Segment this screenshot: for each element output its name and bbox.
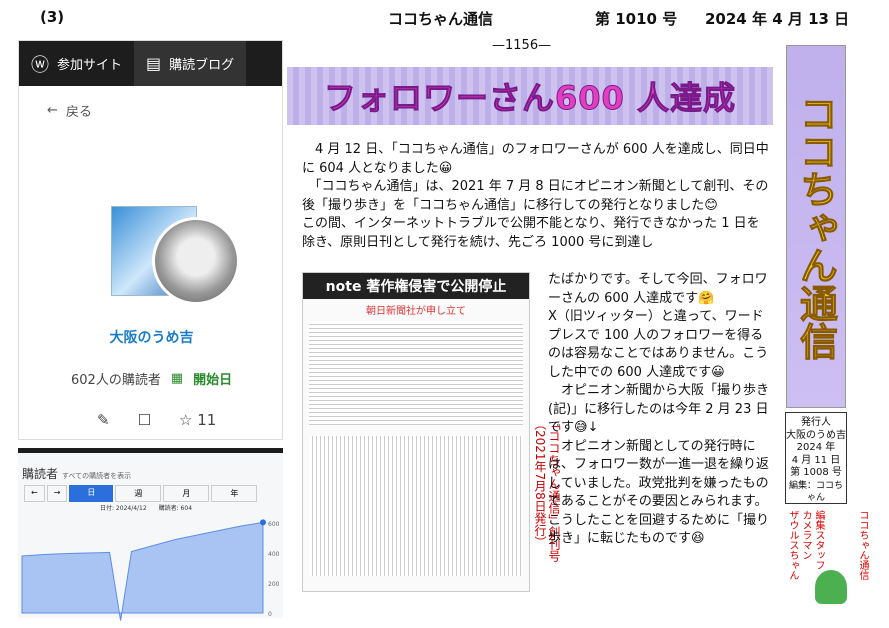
clipping-title: note 著作権侵害で公開停止 [303, 273, 529, 299]
legend-date: 日付: 2024/4/12 [100, 505, 147, 512]
like-button[interactable]: ☆ 11 [179, 411, 216, 429]
nav-sites[interactable]: ⓦ 参加サイト [19, 41, 134, 86]
page-number: —1156— [492, 38, 552, 53]
masthead-vertical: ココちゃん通信 [786, 45, 846, 408]
star-icon: ☆ [179, 411, 193, 429]
dinosaur-mascot [815, 570, 847, 604]
app-navbar: ⓦ 参加サイト ▤ 購読ブログ [19, 41, 282, 86]
last-point[interactable] [260, 519, 266, 526]
info-line: 第 1008 号 [790, 467, 842, 478]
reader-count: 602人の購読者 [71, 373, 161, 388]
chart-subtitle: すべての購読者を表示 [61, 472, 132, 480]
info-line: 大阪のうめ吉 [786, 429, 846, 441]
staff-line-4: ザウルスちゃん [787, 510, 798, 580]
y-tick-label: 600 [268, 521, 280, 528]
staff-line-2: 編集スタッフ [813, 510, 824, 570]
period-tabs: ← → 日 週 月 年 [24, 485, 258, 502]
wordpress-icon: ⓦ [31, 54, 49, 76]
like-count: 11 [197, 411, 217, 429]
clipping-image-block [309, 436, 523, 576]
chart-title: 購読者 すべての購読者を表示 [22, 465, 131, 482]
reader-icon: ▤ [146, 54, 162, 73]
tab-month[interactable]: 月 [163, 485, 210, 502]
masthead-text: ココちゃん通信 [793, 93, 838, 360]
blog-stats: 602人の購読者 ▦ 開始日 [71, 369, 232, 388]
back-label: 戻る [65, 105, 92, 120]
subscriber-area [21, 521, 264, 621]
arrow-left-icon: ← [47, 103, 58, 118]
action-bar: ✎ ☐ ☆ 11 [97, 411, 216, 429]
banner-title: フォロワーさん600 人達成 [324, 79, 736, 118]
prev-period-button[interactable]: ← [24, 485, 45, 502]
news-clipping: note 著作権侵害で公開停止 朝日新聞社が申し立て [302, 272, 530, 592]
y-tick-label: 0 [268, 611, 272, 618]
clipping-text-block [309, 321, 523, 426]
chart-legend: 日付: 2024/4/12 購読者: 604 [100, 503, 192, 512]
issue-date: 2024 年 4 月 13 日 [705, 10, 850, 28]
tab-year[interactable]: 年 [211, 485, 258, 502]
publisher-info: 発行人 大阪のうめ吉 2024 年 4 月 11 日 第 1008 号 編集：コ… [785, 412, 847, 504]
article-banner: フォロワーさん600 人達成 [287, 67, 773, 125]
y-tick-label: 400 [268, 551, 280, 558]
subscriber-chart: 600 400 200 0 [21, 519, 280, 621]
info-line: 2024 年 [796, 442, 836, 453]
nav-reader-label: 購読ブログ [169, 58, 235, 73]
issue-number: 第 1010 号 [595, 10, 678, 28]
info-line: 編集：ココちゃん [788, 480, 843, 504]
next-period-button[interactable]: → [46, 485, 68, 502]
article-paragraph-1: 4 月 12 日、「ココちゃん通信」のフォロワーさんが 600 人を達成し、同日… [302, 142, 769, 250]
user-name[interactable]: 大阪のうめ吉 [19, 327, 284, 347]
nav-reader[interactable]: ▤ 購読ブログ [134, 41, 247, 86]
app-panel: ⓦ 参加サイト ▤ 購読ブログ ← 戻る 大阪のうめ吉 602人の購読者 ▦ 開… [18, 40, 283, 440]
info-line: 4 月 11 日 [791, 454, 841, 466]
legend-series: 購読者: 604 [158, 505, 193, 512]
clipping-subtitle: 朝日新聞社が申し立て [366, 306, 466, 317]
info-line: 発行人 [801, 417, 831, 428]
comment-icon[interactable]: ☐ [138, 411, 151, 429]
staff-line-1: ココちゃん通信 [857, 510, 868, 580]
tab-week[interactable]: 週 [115, 485, 162, 502]
article-paragraph-2: たばかりです。そして今回、フォロワーさんの 600 人達成です🤗 X（旧ツィッタ… [548, 272, 770, 546]
calendar-icon: ▦ [170, 371, 184, 386]
newsletter-title: ココちゃん通信 [388, 10, 494, 28]
section-number: (3) [40, 8, 65, 26]
y-tick-label: 200 [268, 581, 280, 588]
back-button[interactable]: ← 戻る [47, 101, 92, 120]
edit-icon[interactable]: ✎ [97, 411, 110, 429]
subscriber-chart-panel: 購読者 すべての購読者を表示 ← → 日 週 月 年 日付: 2024/4/12… [18, 448, 283, 621]
start-date-label: 開始日 [193, 373, 233, 388]
staff-line-3: カメラマン [800, 510, 811, 560]
chart-title-text: 購読者 [22, 467, 59, 481]
avatar[interactable] [152, 217, 240, 305]
nav-sites-label: 参加サイト [57, 58, 123, 73]
tab-day[interactable]: 日 [69, 485, 114, 502]
